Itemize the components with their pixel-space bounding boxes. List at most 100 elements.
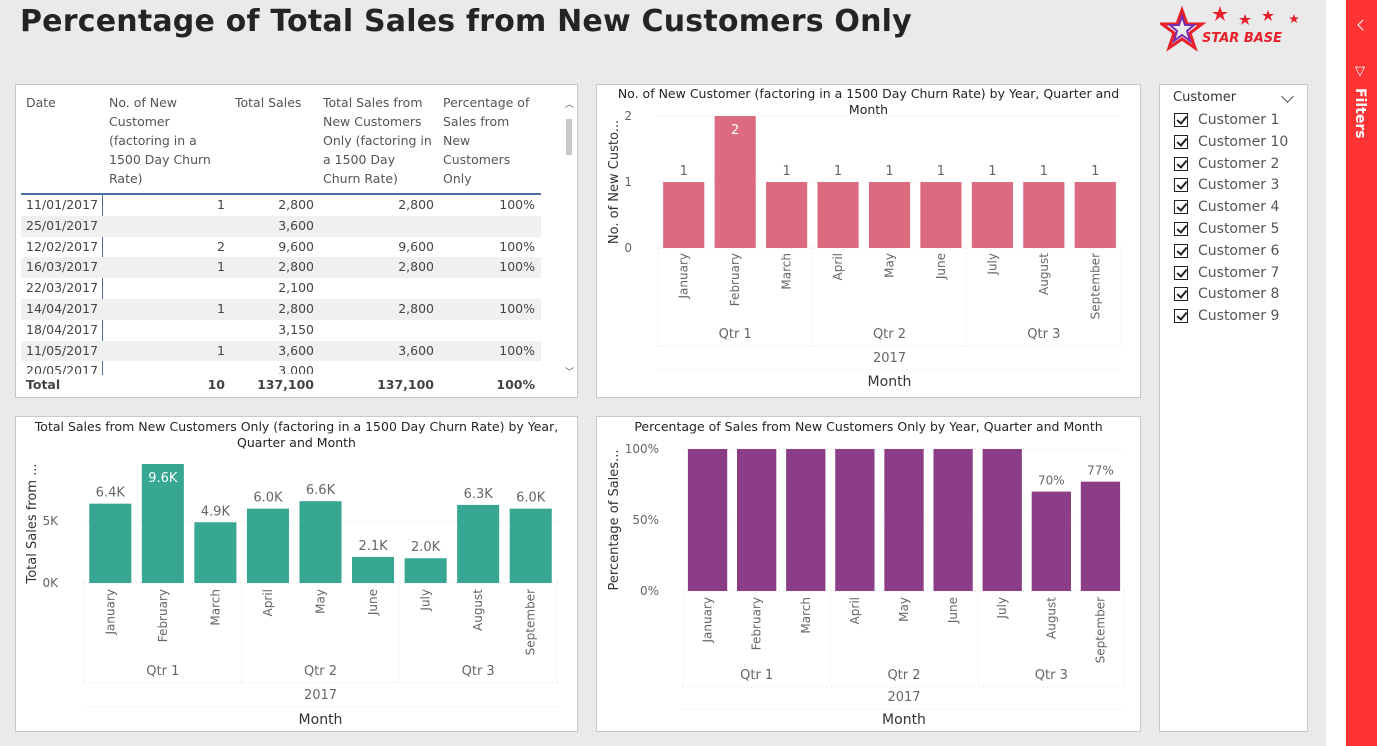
x-tick-label: June [934, 253, 948, 280]
quarter-label: Qtr 2 [873, 327, 906, 342]
slicer-item[interactable]: Customer 2 [1174, 154, 1279, 174]
table-row[interactable]: 11/05/2017 1 3,600 3,600 100% [21, 340, 541, 362]
y-tick-label: 0% [640, 584, 659, 598]
table-row[interactable]: 14/04/2017 1 2,800 2,800 100% [21, 299, 541, 320]
date-cell: 18/04/2017 [26, 321, 99, 337]
x-tick-label: June [946, 597, 960, 624]
slicer-item[interactable]: Customer 10 [1174, 132, 1288, 152]
table-row[interactable]: 12/02/2017 2 9,600 9,600 100% [21, 237, 541, 258]
checkbox-checked-icon[interactable] [1174, 178, 1188, 193]
quarter-label: Qtr 1 [740, 668, 773, 683]
col-header-date[interactable]: Date [26, 93, 106, 112]
scroll-up-icon[interactable]: ︿ [565, 97, 574, 110]
date-cell: 14/04/2017 [26, 301, 99, 316]
table-row[interactable]: 22/03/2017 2,100 [21, 278, 541, 299]
scroll-down-icon[interactable]: ﹀ [565, 365, 574, 378]
slicer-item-label: Customer 3 [1198, 177, 1280, 194]
bar [971, 182, 1013, 248]
x-tick-label: May [897, 597, 911, 622]
year-label: 2017 [873, 351, 906, 366]
col-header-total-sales[interactable]: Total Sales [235, 93, 315, 112]
data-table[interactable]: Date No. of New Customer (factoring in a… [15, 84, 578, 398]
date-cell: 22/03/2017 [26, 280, 99, 296]
quarter-label: Qtr 3 [462, 664, 495, 679]
total-sales-cell: 9,600 [278, 238, 314, 254]
y-tick-label: 50% [632, 513, 659, 527]
total-sales-cell: 3,000 [278, 363, 314, 375]
bar [920, 182, 962, 248]
total-sales-chart[interactable]: Total Sales from New Customers Only (fac… [15, 416, 578, 732]
data-label: 1 [1040, 164, 1048, 179]
total-new-customers: 10 [207, 377, 225, 392]
total-percentage: 100% [496, 377, 535, 392]
x-tick-label: May [314, 589, 328, 614]
x-tick-label: February [750, 597, 764, 650]
checkbox-checked-icon[interactable] [1174, 243, 1188, 258]
slicer-item[interactable]: Customer 7 [1174, 263, 1279, 283]
data-label: 1 [1091, 164, 1099, 179]
new-customers-cell: 1 [217, 342, 225, 358]
table-row[interactable]: 20/05/2017 3,000 [21, 361, 541, 374]
checkbox-checked-icon[interactable] [1174, 222, 1188, 236]
x-tick-label: February [728, 253, 742, 306]
col-header-new-customers[interactable]: No. of New Customer (factoring in a 1500… [109, 93, 221, 188]
slicer-item-label: Customer 5 [1198, 221, 1280, 237]
x-tick-label: May [883, 253, 897, 278]
checkbox-checked-icon[interactable] [1174, 265, 1188, 280]
quarter-label: Qtr 1 [146, 664, 179, 679]
bar [299, 501, 342, 583]
checkbox-checked-icon[interactable] [1174, 134, 1188, 149]
percentage-cell: 100% [499, 197, 535, 212]
percentage-cell: 100% [499, 301, 535, 316]
slicer-item-label: Customer 9 [1198, 308, 1280, 325]
checkbox-checked-icon[interactable] [1174, 156, 1188, 171]
quarter-label: Qtr 3 [1035, 668, 1068, 683]
table-row[interactable]: 16/03/2017 1 2,800 2,800 100% [21, 257, 541, 279]
x-tick-label: September [524, 589, 538, 655]
bar [89, 503, 132, 583]
col-header-total-sales-new[interactable]: Total Sales from New Customers Only (fac… [323, 93, 435, 188]
slicer-item[interactable]: Customer 5 [1174, 219, 1279, 239]
total-label: Total [26, 377, 61, 392]
checkbox-checked-icon[interactable] [1174, 200, 1188, 215]
bar [246, 508, 289, 583]
checkbox-checked-icon[interactable] [1174, 287, 1188, 302]
total-sales-cell: 2,800 [278, 197, 314, 212]
slicer-item[interactable]: Customer 8 [1174, 284, 1279, 304]
chevron-down-icon[interactable] [1281, 90, 1294, 103]
table-row[interactable]: 11/01/2017 1 2,800 2,800 100% [21, 195, 541, 216]
bar [1080, 481, 1121, 591]
collapse-chevron-icon[interactable] [1357, 19, 1369, 31]
table-scrollbar[interactable]: ︿ ﹀ [564, 93, 574, 383]
total-sales-new-cell: 2,800 [398, 197, 434, 212]
slicer-item[interactable]: Customer 6 [1174, 241, 1279, 261]
slicer-item[interactable]: Customer 4 [1174, 197, 1279, 217]
slicer-item[interactable]: Customer 3 [1174, 175, 1279, 195]
slicer-item[interactable]: Customer 9 [1174, 306, 1279, 326]
total-sales-cell: 2,800 [278, 301, 314, 316]
table-row[interactable]: 25/01/2017 3,600 [21, 215, 541, 237]
scroll-thumb[interactable] [566, 119, 572, 155]
slicer-item-label: Customer 2 [1198, 155, 1280, 172]
checkbox-checked-icon[interactable] [1174, 309, 1188, 324]
bar [404, 558, 447, 583]
y-tick-label: 100% [625, 442, 659, 456]
bar [1031, 491, 1071, 591]
star-base-logo: STAR BASE [1157, 4, 1310, 56]
customer-slicer[interactable]: Customer Customer 1 Customer 10 Customer 2… [1159, 84, 1308, 732]
bar [766, 182, 808, 248]
filter-funnel-icon: ▽ [1355, 64, 1365, 79]
col-header-percentage[interactable]: Percentage of Sales from New Customers O… [443, 93, 538, 188]
table-row[interactable]: 18/04/2017 3,150 [21, 320, 541, 341]
bar [352, 556, 395, 583]
data-label: 70% [1038, 474, 1065, 488]
logo-text: STAR BASE [1202, 31, 1282, 46]
slicer-item[interactable]: Customer 1 [1174, 110, 1279, 130]
checkbox-checked-icon[interactable] [1174, 113, 1188, 127]
percentage-chart[interactable]: Percentage of Sales from New Customers O… [596, 416, 1141, 732]
x-tick-label: March [799, 597, 813, 634]
y-tick-label: 0 [624, 241, 632, 255]
bar [982, 449, 1022, 591]
filters-label[interactable]: Filters [1352, 88, 1368, 139]
new-customers-chart[interactable]: No. of New Customer (factoring in a 1500… [596, 84, 1141, 398]
